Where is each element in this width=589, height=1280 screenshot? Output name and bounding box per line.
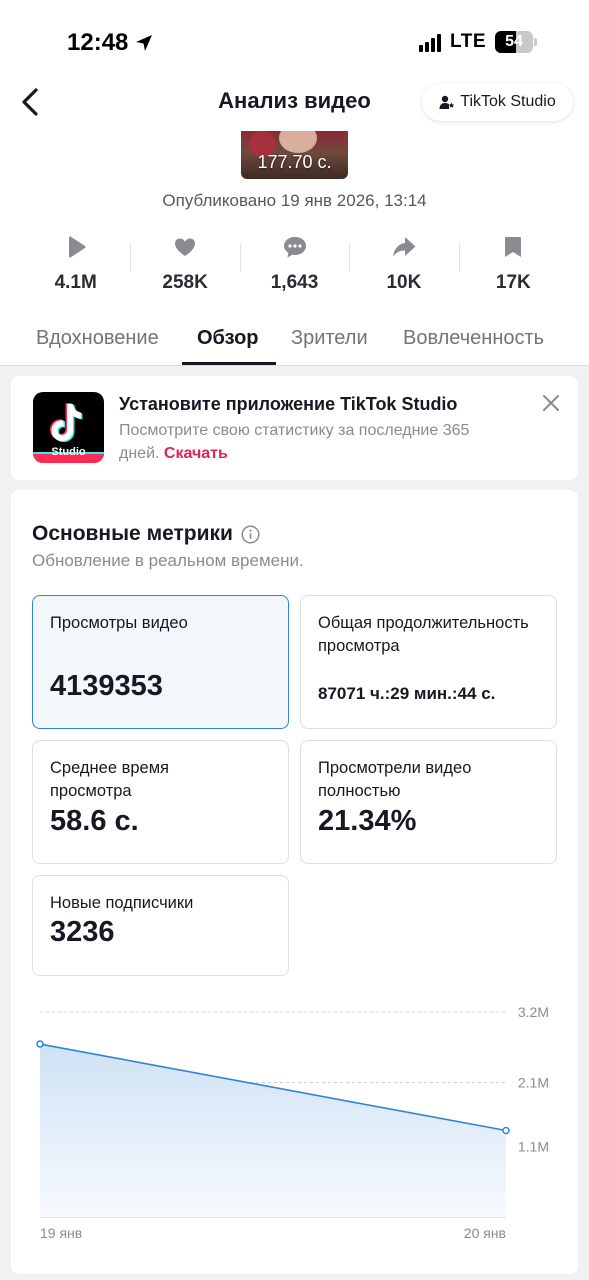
chart-data-point (502, 1126, 510, 1135)
y-tick-label: 3.2M (518, 1004, 549, 1020)
logo-studio-label: Studio (51, 446, 86, 458)
chart-data-point (36, 1040, 44, 1048)
key-metrics-card: Основные метрики Обновление в реальном в… (11, 490, 578, 1274)
tab-inspiration[interactable]: Вдохновение (36, 327, 159, 350)
status-time-text: 12:48 (67, 29, 129, 56)
tiktok-studio-logo: Studio (33, 392, 104, 463)
tab-active-indicator (182, 362, 276, 365)
stat-value: 17K (495, 272, 531, 293)
stat-value: 258K (162, 272, 208, 293)
battery-level: 54 (505, 33, 523, 50)
stat-favorites: 17K (458, 232, 568, 296)
stat-shares: 10K (349, 232, 458, 296)
location-arrow-icon (136, 35, 153, 51)
stat-value: 4.1M (54, 272, 97, 293)
chart-area (40, 1044, 506, 1217)
x-tick-label: 19 янв (40, 1225, 82, 1241)
status-right: LTE 54 (419, 31, 537, 53)
stat-comments: 1,643 (239, 232, 349, 296)
stats-row: 4.1M 258K 1,643 10K 17K (21, 232, 568, 296)
video-thumbnail[interactable]: 177.70 с. (241, 131, 348, 179)
stat-value: 1,643 (270, 272, 319, 293)
tab-bar: Вдохновение Обзор Зрители Вовлеченность (0, 320, 589, 366)
promo-description: Посмотрите свою статистику за последние … (119, 419, 499, 465)
tab-engagement[interactable]: Вовлеченность (403, 327, 544, 350)
signal-icon (419, 32, 442, 52)
stat-views: 4.1M (21, 232, 130, 296)
y-tick-label: 1.1M (518, 1139, 549, 1155)
play-icon (68, 236, 86, 258)
published-date: Опубликовано 19 янв 2026, 13:14 (162, 191, 427, 210)
comment-icon (283, 237, 306, 258)
share-icon (392, 237, 416, 257)
studio-promo-banner: Studio Установите приложение TikTok Stud… (11, 376, 578, 480)
top-panel: 12:48 LTE 54 Анализ видео TikTok Studio … (0, 0, 589, 366)
stat-value: 10K (386, 272, 422, 293)
bookmark-icon (505, 237, 522, 257)
tab-audience[interactable]: Зрители (291, 327, 368, 350)
network-label: LTE (450, 31, 486, 52)
tiktok-studio-label: TikTok Studio (460, 93, 556, 110)
promo-title: Установите приложение TikTok Studio (119, 394, 458, 414)
user-star-icon (439, 95, 455, 109)
close-icon[interactable] (542, 394, 560, 412)
x-tick-label: 20 янв (464, 1225, 506, 1241)
video-duration: 177.70 с. (257, 152, 332, 172)
battery-icon: 54 (495, 31, 537, 53)
stat-likes: 258K (130, 232, 239, 296)
download-link[interactable]: Скачать (164, 445, 228, 462)
tiktok-studio-button[interactable]: TikTok Studio (422, 83, 573, 121)
y-tick-label: 2.1M (518, 1074, 549, 1090)
heart-icon (175, 238, 196, 256)
views-chart: 3.2M 2.1M 1.1M 19 янв 20 янв (36, 1004, 549, 1241)
tab-overview[interactable]: Обзор (197, 327, 259, 350)
status-time: 12:48 (67, 29, 154, 57)
